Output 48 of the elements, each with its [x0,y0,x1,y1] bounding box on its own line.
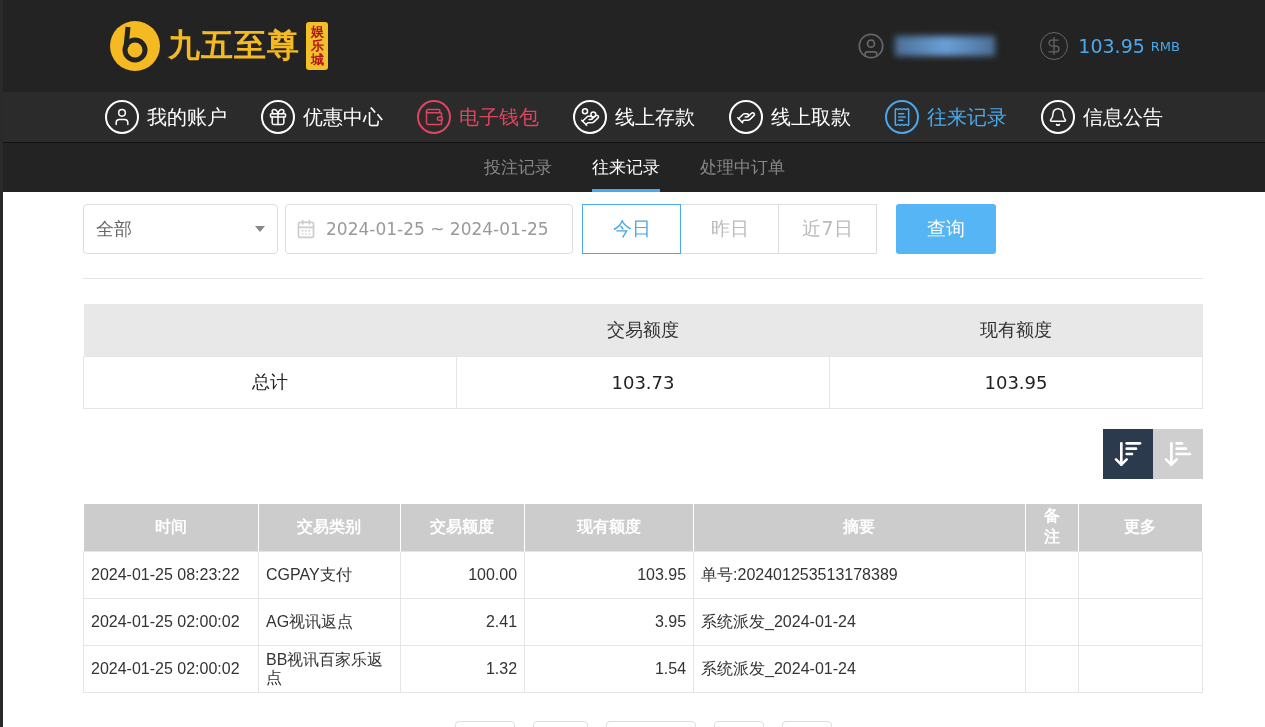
calendar-icon [296,219,316,239]
nav-item[interactable]: 优惠中心 [261,100,383,134]
table-cell: 单号:202401253513178389 [693,551,1026,599]
date-range-field[interactable]: 2024-01-25 ~ 2024-01-25 [285,204,573,254]
table-cell: 1.54 [524,645,694,693]
nav-item[interactable]: 线上存款 [573,100,695,134]
logo-text: 九五至尊 [168,25,300,66]
balance-amount: 103.95 [1078,35,1145,57]
summary-value: 103.95 [829,356,1203,408]
table-cell: 100.00 [400,551,525,599]
table-cell: CGPAY支付 [258,551,401,599]
table-cell: AG视讯返点 [258,598,401,646]
nav-item[interactable]: 电子钱包 [417,100,539,134]
wallet-icon [424,107,444,127]
sub-tab[interactable]: 处理中订单 [699,143,785,192]
table-cell: 3.95 [524,598,694,646]
summary-label: 总计 [83,356,457,408]
select-value: 全部 [96,217,132,241]
sort-descending-button[interactable] [1103,428,1153,479]
nav-item[interactable]: 信息公告 [1041,100,1163,134]
currency-label: RMB [1150,38,1180,54]
logo-tag: 娱乐城 [306,21,328,71]
sub-tab[interactable]: 投注记录 [483,143,552,192]
table-cell: BB视讯百家乐返点 [258,645,401,693]
table-cell: 103.95 [524,551,694,599]
logo-icon [108,19,162,73]
summary-header: 现有额度 [829,304,1203,356]
table-cell: 2.41 [400,598,525,646]
user-icon [857,32,886,60]
nav-item[interactable]: 线上取款 [729,100,851,134]
summary-value: 103.73 [456,356,830,408]
nav-item[interactable]: 往来记录 [885,100,1007,134]
table-cell: 2024-01-25 08:23:22 [83,551,259,599]
user-icon [112,107,132,127]
receipt-icon [892,107,912,127]
type-select[interactable]: 全部 [83,204,278,254]
table-cell: 2024-01-25 02:00:02 [83,645,259,693]
bell-icon [1048,107,1068,127]
table-cell: 2024-01-25 02:00:02 [83,598,259,646]
gift-icon [268,107,288,127]
caret-icon [255,226,265,232]
nav-item[interactable]: 我的账户 [105,100,227,134]
table-cell: 系统派发_2024-01-24 [693,645,1026,693]
summary-header: 交易额度 [456,304,830,356]
table-cell: 系统派发_2024-01-24 [693,598,1026,646]
hand-coins-icon [580,107,600,127]
table-cell: 1.32 [400,645,525,693]
sub-tab[interactable]: 往来记录 [591,143,660,192]
